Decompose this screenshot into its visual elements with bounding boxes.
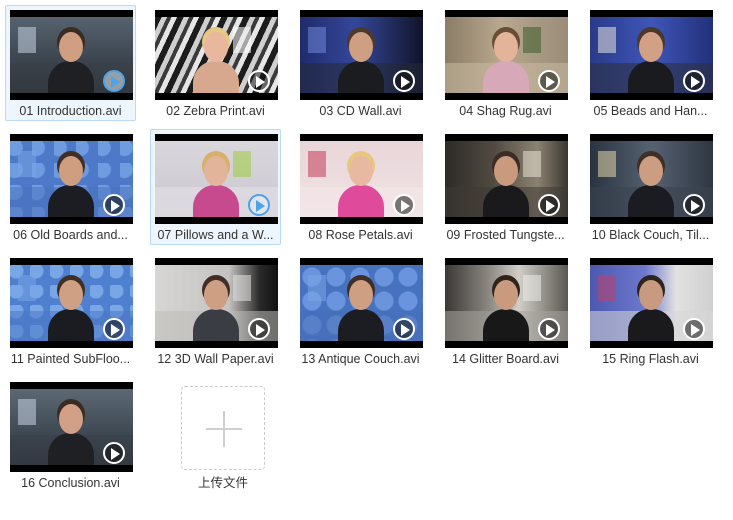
file-name: 11 Painted SubFloo... [10, 352, 131, 366]
video-thumbnail[interactable] [10, 382, 133, 472]
video-thumbnail[interactable] [590, 10, 713, 100]
video-thumbnail[interactable] [10, 134, 133, 224]
video-thumbnail[interactable] [300, 258, 423, 348]
play-icon[interactable] [103, 70, 125, 92]
play-icon[interactable] [248, 318, 270, 340]
file-tile[interactable]: 14 Glitter Board.avi [440, 253, 571, 369]
file-name: 15 Ring Flash.avi [602, 352, 699, 366]
file-name: 06 Old Boards and... [13, 228, 128, 242]
play-icon[interactable] [393, 318, 415, 340]
video-thumbnail[interactable] [155, 258, 278, 348]
play-icon[interactable] [103, 442, 125, 464]
play-icon[interactable] [683, 194, 705, 216]
video-thumbnail[interactable] [590, 134, 713, 224]
file-tile[interactable]: 11 Painted SubFloo... [5, 253, 136, 369]
play-icon[interactable] [393, 70, 415, 92]
upload-label: 上传文件 [197, 476, 248, 490]
play-icon[interactable] [103, 194, 125, 216]
file-name: 02 Zebra Print.avi [166, 104, 265, 118]
file-name: 09 Frosted Tungste... [446, 228, 565, 242]
play-icon[interactable] [538, 318, 560, 340]
file-tile[interactable]: 16 Conclusion.avi [5, 377, 136, 493]
file-name: 12 3D Wall Paper.avi [157, 352, 274, 366]
play-icon[interactable] [683, 70, 705, 92]
file-name: 16 Conclusion.avi [21, 476, 120, 490]
upload-button[interactable] [181, 386, 265, 470]
play-icon[interactable] [103, 318, 125, 340]
video-thumbnail[interactable] [10, 10, 133, 100]
play-icon[interactable] [538, 70, 560, 92]
file-name: 04 Shag Rug.avi [459, 104, 552, 118]
play-icon[interactable] [248, 194, 270, 216]
play-icon[interactable] [393, 194, 415, 216]
file-grid: 01 Introduction.avi 02 Zebra Print.avi 03 … [0, 0, 733, 520]
video-thumbnail[interactable] [155, 134, 278, 224]
file-name: 05 Beads and Han... [593, 104, 708, 118]
video-thumbnail[interactable] [155, 10, 278, 100]
play-icon[interactable] [683, 318, 705, 340]
video-thumbnail[interactable] [445, 258, 568, 348]
file-tile[interactable]: 01 Introduction.avi [5, 5, 136, 121]
video-thumbnail[interactable] [10, 258, 133, 348]
file-tile[interactable]: 05 Beads and Han... [585, 5, 716, 121]
video-thumbnail[interactable] [445, 134, 568, 224]
file-tile[interactable]: 13 Antique Couch.avi [295, 253, 426, 369]
video-thumbnail[interactable] [590, 258, 713, 348]
file-name: 03 CD Wall.avi [319, 104, 402, 118]
file-tile[interactable]: 03 CD Wall.avi [295, 5, 426, 121]
file-tile[interactable]: 09 Frosted Tungste... [440, 129, 571, 245]
video-thumbnail[interactable] [300, 134, 423, 224]
video-thumbnail[interactable] [300, 10, 423, 100]
file-tile[interactable]: 02 Zebra Print.avi [150, 5, 281, 121]
video-thumbnail[interactable] [445, 10, 568, 100]
file-name: 10 Black Couch, Til... [591, 228, 710, 242]
file-name: 14 Glitter Board.avi [452, 352, 559, 366]
file-tile[interactable]: 04 Shag Rug.avi [440, 5, 571, 121]
file-tile[interactable]: 06 Old Boards and... [5, 129, 136, 245]
file-name: 08 Rose Petals.avi [308, 228, 413, 242]
file-name: 13 Antique Couch.avi [301, 352, 420, 366]
file-name: 01 Introduction.avi [19, 104, 122, 118]
file-tile[interactable]: 12 3D Wall Paper.avi [150, 253, 281, 369]
file-name: 07 Pillows and a W... [157, 228, 274, 242]
play-icon[interactable] [538, 194, 560, 216]
file-tile[interactable]: 10 Black Couch, Til... [585, 129, 716, 245]
file-tile[interactable]: 08 Rose Petals.avi [295, 129, 426, 245]
file-tile[interactable]: 15 Ring Flash.avi [585, 253, 716, 369]
file-tile[interactable]: 07 Pillows and a W... [150, 129, 281, 245]
play-icon[interactable] [248, 70, 270, 92]
